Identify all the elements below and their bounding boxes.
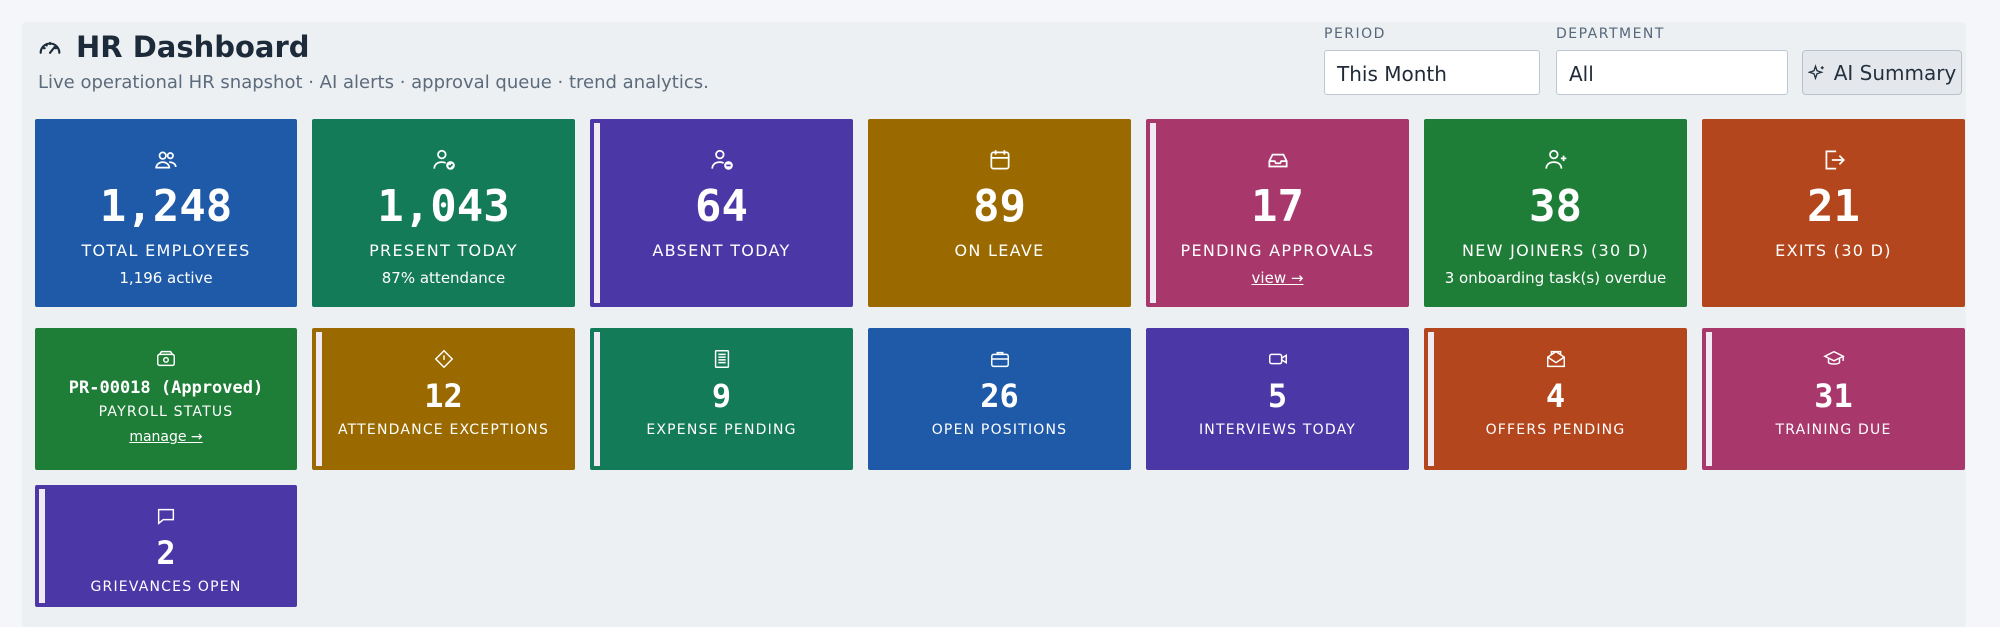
stat-label: NEW JOINERS (30 D) xyxy=(1461,241,1650,260)
expense-pending-card[interactable]: 9 EXPENSE PENDING xyxy=(590,328,853,470)
receipt-icon xyxy=(714,350,729,368)
on-leave-card[interactable]: 89 ON LEAVE xyxy=(868,119,1131,307)
department-select[interactable]: All xyxy=(1556,50,1788,95)
alert-diamond-icon xyxy=(434,349,453,369)
graduation-cap-icon xyxy=(1822,350,1845,365)
video-icon xyxy=(1268,353,1287,365)
absent-today-card[interactable]: 64 ABSENT TODAY xyxy=(590,119,853,307)
cash-icon xyxy=(157,350,175,367)
stat-value: 21 xyxy=(1807,181,1860,232)
dashboard-panel xyxy=(22,22,1966,627)
payroll-status-card[interactable]: PR-00018 (Approved) PAYROLL STATUS manag… xyxy=(35,328,297,470)
view-approvals-link[interactable]: view → xyxy=(1252,269,1304,287)
logout-icon xyxy=(1825,150,1845,170)
stat-sub: 1,196 active xyxy=(119,269,213,287)
stat-value: 1,248 xyxy=(99,181,233,232)
new-joiners-card[interactable]: 38 NEW JOINERS (30 D) 3 onboarding task(… xyxy=(1424,119,1687,307)
stat-value: PR-00018 (Approved) xyxy=(68,378,264,398)
period-label: PERIOD xyxy=(1324,26,1386,42)
inbox-icon xyxy=(1267,153,1288,168)
stat-sub: 3 onboarding task(s) overdue xyxy=(1444,269,1667,287)
stat-label: PRESENT TODAY xyxy=(369,241,518,260)
stat-value: 89 xyxy=(973,181,1026,232)
stat-label: EXITS (30 D) xyxy=(1775,241,1892,260)
total-employees-card[interactable]: 1,248 TOTAL EMPLOYEES 1,196 active xyxy=(35,119,297,307)
stat-value: 64 xyxy=(695,181,748,232)
stat-label: OPEN POSITIONS xyxy=(931,422,1068,438)
sparkle-icon xyxy=(1807,63,1824,80)
briefcase-icon xyxy=(990,351,1009,368)
calendar-icon xyxy=(989,150,1010,170)
open-positions-card[interactable]: 26 OPEN POSITIONS xyxy=(868,328,1131,470)
stat-label: GRIEVANCES OPEN xyxy=(90,579,242,595)
exits-card[interactable]: 21 EXITS (30 D) xyxy=(1702,119,1965,307)
stat-label: EXPENSE PENDING xyxy=(646,422,797,438)
stat-label: ABSENT TODAY xyxy=(652,241,791,260)
stat-value: 17 xyxy=(1251,181,1304,232)
header: HR Dashboard xyxy=(36,30,310,64)
present-today-card[interactable]: 1,043 PRESENT TODAY 87% attendance xyxy=(312,119,575,307)
stat-value: 31 xyxy=(1814,377,1853,415)
grievances-open-card[interactable]: 2 GRIEVANCES OPEN xyxy=(35,485,297,607)
department-label: DEPARTMENT xyxy=(1556,26,1665,42)
stat-value: 26 xyxy=(980,377,1019,415)
page-subtitle: Live operational HR snapshot · AI alerts… xyxy=(38,72,709,93)
stat-label: TRAINING DUE xyxy=(1775,422,1892,438)
training-due-card[interactable]: 31 TRAINING DUE xyxy=(1702,328,1965,470)
stat-label: ATTENDANCE EXCEPTIONS xyxy=(337,422,550,438)
offers-pending-card[interactable]: 4 OFFERS PENDING xyxy=(1424,328,1687,470)
gauge-icon xyxy=(39,41,61,54)
interviews-today-card[interactable]: 5 INTERVIEWS TODAY xyxy=(1146,328,1409,470)
user-minus-icon xyxy=(710,149,733,170)
stat-value: 2 xyxy=(156,534,176,572)
stat-value: 1,043 xyxy=(377,181,510,232)
attendance-exceptions-card[interactable]: 12 ATTENDANCE EXCEPTIONS xyxy=(312,328,575,470)
mail-open-icon xyxy=(1546,350,1565,368)
stat-value: 12 xyxy=(424,377,463,415)
stat-label: ON LEAVE xyxy=(954,241,1045,260)
ai-summary-button[interactable]: AI Summary xyxy=(1802,50,1962,95)
stat-label: TOTAL EMPLOYEES xyxy=(81,241,251,260)
ai-summary-label: AI Summary xyxy=(1833,60,1957,85)
user-plus-icon xyxy=(1544,149,1566,169)
period-select[interactable]: This Month xyxy=(1324,50,1540,95)
page-title: HR Dashboard xyxy=(76,30,310,64)
stat-value: 38 xyxy=(1529,181,1582,232)
pending-approvals-card[interactable]: 17 PENDING APPROVALS view → xyxy=(1146,119,1409,307)
stat-label: PENDING APPROVALS xyxy=(1180,241,1375,260)
stat-label: PAYROLL STATUS xyxy=(98,404,234,420)
stat-label: OFFERS PENDING xyxy=(1485,422,1626,438)
stat-value: 9 xyxy=(711,377,732,415)
stat-label: INTERVIEWS TODAY xyxy=(1198,422,1357,438)
stat-sub: 87% attendance xyxy=(381,269,506,287)
stat-value: 4 xyxy=(1545,377,1566,415)
user-check-icon xyxy=(432,149,455,170)
chat-icon xyxy=(157,508,175,525)
manage-payroll-link[interactable]: manage → xyxy=(129,429,202,445)
stat-value: 5 xyxy=(1267,377,1288,415)
users-icon xyxy=(155,151,177,169)
